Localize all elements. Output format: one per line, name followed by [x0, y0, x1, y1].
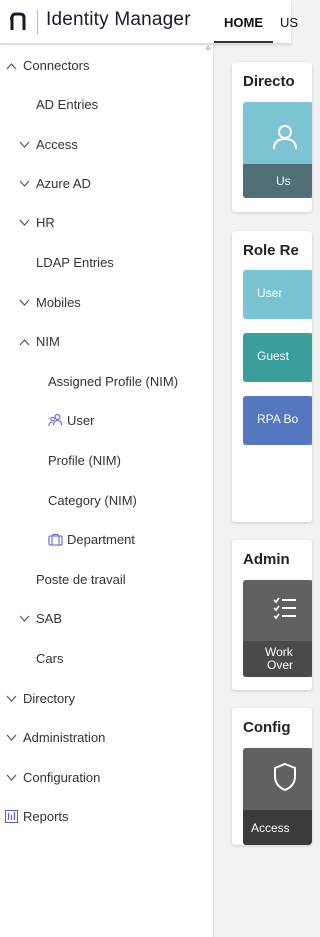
tab-home[interactable]: HOME — [214, 15, 273, 43]
briefcase-icon — [48, 533, 63, 546]
main-content: Directo Us Role Re User Guest RPA Bo Adm… — [214, 45, 312, 937]
tile-label: Access — [251, 821, 290, 835]
card-title: Config — [243, 719, 291, 736]
chevron-down-icon — [19, 615, 30, 622]
sidebar-nav: Connectors AD Entries Access Azure AD HR… — [0, 45, 214, 937]
administration-card: Admin Work Over — [232, 540, 312, 690]
tile-footer: Us — [243, 164, 312, 198]
card-title: Role Re — [243, 242, 299, 259]
sidebar-item-label: Category (NIM) — [48, 493, 137, 508]
sidebar-item-label: Connectors — [23, 58, 90, 73]
card-title: Directo — [243, 73, 295, 90]
logo-divider — [37, 10, 38, 34]
tile-footer: Access — [243, 810, 312, 845]
user-icon — [273, 125, 297, 150]
chevron-up-icon — [6, 63, 17, 70]
tile-label: Us — [276, 174, 291, 188]
top-header: Identity Manager HOME US — [0, 0, 298, 44]
chevron-down-icon — [19, 299, 30, 306]
logo-icon — [10, 12, 26, 30]
tile-label-line1: Work — [265, 645, 293, 659]
sidebar-item-label: Assigned Profile (NIM) — [48, 374, 179, 389]
chevron-down-icon — [6, 734, 17, 741]
sidebar-item-label: Department — [67, 532, 135, 547]
role-review-card: Role Re User Guest RPA Bo — [232, 231, 312, 522]
chevron-down-icon — [6, 695, 17, 702]
tile-label: Guest — [257, 349, 290, 363]
users-icon — [48, 414, 63, 427]
chevron-down-icon — [19, 219, 30, 226]
sidebar-item-label: Poste de travail — [36, 572, 126, 587]
sidebar-item-label: Configuration — [23, 770, 101, 785]
reports-icon — [5, 810, 18, 823]
sidebar-item-label: Directory — [23, 691, 76, 706]
sidebar-item-label: NIM — [36, 334, 60, 349]
directory-card: Directo Us — [232, 62, 312, 212]
guest-role-tile[interactable]: Guest — [243, 333, 312, 382]
chevron-down-icon — [6, 774, 17, 781]
users-tile[interactable]: Us — [243, 102, 312, 198]
configuration-card: Config Access — [232, 708, 312, 845]
sidebar-item-label: Administration — [23, 730, 106, 745]
card-title: Admin — [243, 551, 290, 568]
chevron-down-icon — [19, 180, 30, 187]
access-tile[interactable]: Access — [243, 748, 312, 845]
sidebar-item-label: Cars — [36, 651, 64, 666]
shield-icon — [274, 762, 296, 792]
chevron-up-icon — [19, 339, 30, 346]
scroll-up-arrow[interactable] — [205, 45, 211, 50]
tab-users[interactable]: US — [280, 15, 298, 30]
rpa-role-tile[interactable]: RPA Bo — [243, 396, 312, 445]
tile-footer: Work Over — [243, 641, 312, 677]
user-role-tile[interactable]: User — [243, 270, 312, 319]
workflows-tile[interactable]: Work Over — [243, 580, 312, 677]
sidebar-item-label: Azure AD — [36, 176, 91, 191]
tile-label: RPA Bo — [257, 412, 299, 426]
app-title: Identity Manager — [46, 9, 191, 30]
sidebar-item-label: User — [67, 413, 95, 428]
sidebar-item-label: AD Entries — [36, 97, 99, 112]
sidebar-item-label: Reports — [23, 809, 69, 824]
sidebar-item-label: SAB — [36, 611, 63, 626]
sidebar-item-label: HR — [36, 215, 55, 230]
sidebar-item-label: Mobiles — [36, 295, 81, 310]
list-check-icon — [273, 597, 296, 620]
chevron-down-icon — [19, 141, 30, 148]
tile-label: User — [257, 286, 283, 300]
sidebar-item-label: Access — [36, 137, 78, 152]
sidebar-item-label: LDAP Entries — [36, 255, 114, 270]
sidebar-item-label: Profile (NIM) — [48, 453, 121, 468]
tile-label-line2: Over — [267, 658, 294, 672]
